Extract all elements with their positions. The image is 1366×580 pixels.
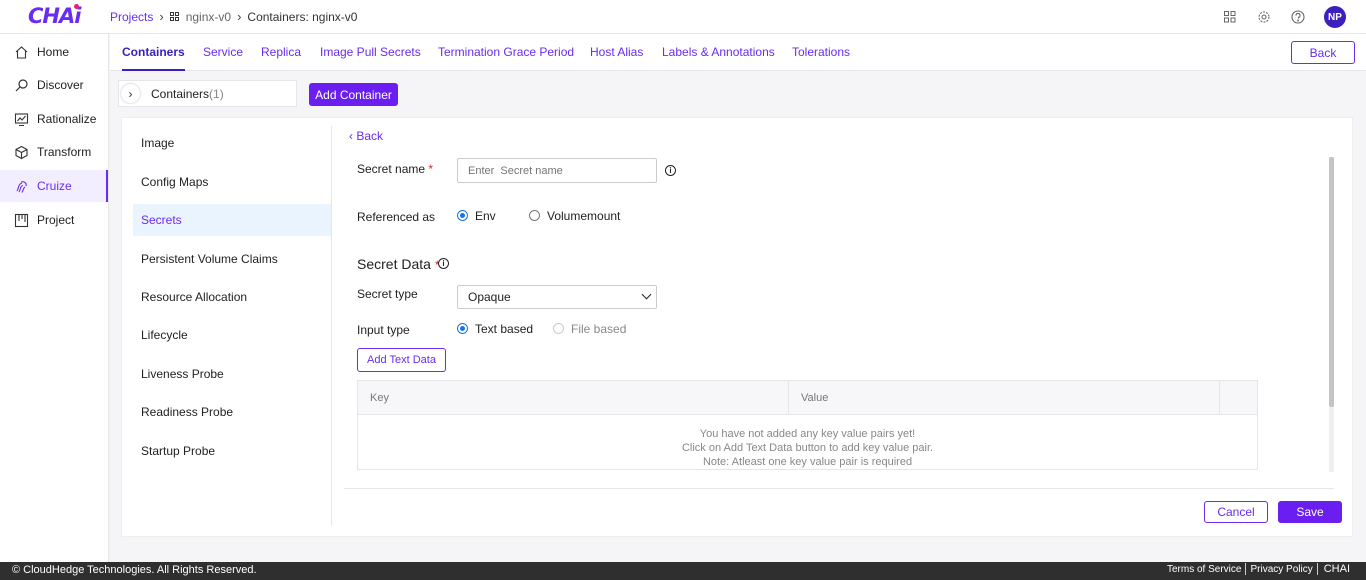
chevron-right-icon: ›	[159, 9, 164, 24]
form-back-link[interactable]: ‹ Back	[349, 129, 383, 143]
menu-item-persistent-volume-claims[interactable]: Persistent Volume Claims	[133, 243, 331, 275]
menu-item-startup-probe[interactable]: Startup Probe	[133, 435, 331, 467]
tab-bar: Containers Service Replica Image Pull Se…	[110, 34, 1366, 71]
secret-type-label: Secret type	[357, 287, 418, 301]
breadcrumb: Projects › nginx-v0 › Containers: nginx-…	[110, 9, 357, 24]
secret-name-label: Secret name *	[357, 162, 434, 176]
empty-line-3: Note: Atleast one key value pair is requ…	[702, 456, 913, 468]
sidebar-item-home[interactable]: Home	[0, 36, 108, 68]
info-icon[interactable]: i	[438, 258, 449, 269]
fingerprint-icon	[16, 180, 27, 193]
secret-name-input[interactable]	[457, 158, 657, 183]
breadcrumb-current: Containers: nginx-v0	[247, 9, 358, 24]
menu-item-resource-allocation[interactable]: Resource Allocation	[133, 281, 331, 313]
tab-containers[interactable]: Containers	[122, 45, 185, 71]
footer-brand: CHAI	[1323, 563, 1350, 575]
containers-label: Containers	[151, 86, 210, 101]
menu-item-config-maps[interactable]: Config Maps	[133, 166, 331, 198]
column-value: Value	[789, 381, 1220, 415]
radio-volumemount-label: Volumemount	[547, 209, 621, 223]
secret-type-select[interactable]: Opaque	[457, 285, 657, 309]
sidebar-item-transform[interactable]: Transform	[0, 136, 108, 168]
chai-logo[interactable]: CHAi	[28, 4, 81, 28]
sidebar-item-label: Rationalize	[37, 112, 97, 126]
grid-icon	[169, 11, 180, 22]
home-icon	[15, 45, 28, 59]
empty-state: You have not added any key value pairs y…	[358, 427, 1257, 469]
info-icon[interactable]: i	[665, 165, 676, 176]
chevron-down-icon	[641, 289, 652, 300]
add-container-button[interactable]: Add Container	[309, 83, 398, 106]
menu-item-secrets[interactable]: Secrets	[133, 204, 331, 236]
sidebar-item-label: Transform	[37, 145, 92, 159]
help-icon[interactable]	[1290, 9, 1306, 25]
radio-env[interactable]	[457, 210, 468, 221]
sidebar-item-label: Cruize	[37, 179, 72, 193]
gear-icon[interactable]	[1256, 9, 1272, 25]
divider	[344, 488, 1334, 489]
radio-volumemount[interactable]	[529, 210, 540, 221]
empty-line-1: You have not added any key value pairs y…	[699, 428, 916, 440]
board-icon	[14, 213, 29, 227]
chevron-right-icon[interactable]: ›	[121, 84, 140, 103]
terms-link[interactable]: Terms of Service	[1163, 564, 1245, 575]
back-button[interactable]: Back	[1291, 41, 1355, 64]
tab-tolerations[interactable]: Tolerations	[792, 45, 850, 59]
radio-env-label: Env	[475, 209, 496, 223]
tab-labels-annotations[interactable]: Labels & Annotations	[662, 45, 775, 59]
sidebar-item-project[interactable]: Project	[0, 204, 108, 236]
cube-icon	[15, 145, 28, 159]
table-header: Key Value	[358, 381, 1257, 415]
save-button[interactable]: Save	[1278, 501, 1342, 523]
sidebar-item-label: Home	[37, 45, 70, 59]
tab-replica[interactable]: Replica	[261, 45, 301, 59]
key-value-table: Key Value You have not added any key val…	[357, 380, 1258, 470]
sidebar-item-cruize[interactable]: Cruize	[0, 170, 108, 202]
menu-item-readiness-probe[interactable]: Readiness Probe	[133, 396, 331, 428]
scrollbar-thumb[interactable]	[1329, 157, 1334, 407]
sidebar-item-label: Project	[37, 213, 75, 227]
input-type-label: Input type	[357, 323, 410, 337]
secret-data-heading: Secret Data *	[357, 256, 440, 272]
breadcrumb-project[interactable]: nginx-v0	[186, 10, 231, 24]
radio-text-based[interactable]	[457, 323, 468, 334]
containers-count: (1)	[209, 86, 224, 101]
breadcrumb-projects[interactable]: Projects	[110, 10, 153, 24]
referenced-as-label: Referenced as	[357, 210, 436, 224]
menu-item-image[interactable]: Image	[133, 127, 331, 159]
container-menu: Image Config Maps Secrets Persistent Vol…	[121, 126, 332, 526]
search-icon	[15, 78, 28, 91]
radio-text-based-label: Text based	[475, 322, 534, 336]
containers-selector[interactable]: Containers (1)	[118, 80, 297, 107]
top-icons: NP	[1222, 6, 1346, 28]
sidebar: Home Discover Rationalize Transform Crui…	[0, 34, 109, 562]
empty-line-2: Click on Add Text Data button to add key…	[681, 442, 934, 454]
tab-service[interactable]: Service	[203, 45, 243, 59]
cancel-button[interactable]: Cancel	[1204, 501, 1268, 523]
sidebar-item-rationalize[interactable]: Rationalize	[0, 103, 108, 135]
menu-item-liveness-probe[interactable]: Liveness Probe	[133, 358, 331, 390]
footer: © CloudHedge Technologies. All Rights Re…	[0, 562, 1366, 580]
footer-links: Terms of Service Privacy Policy CHAI	[1163, 563, 1354, 575]
tab-termination-grace-period[interactable]: Termination Grace Period	[438, 45, 574, 59]
column-key: Key	[358, 381, 789, 415]
add-text-data-button[interactable]: Add Text Data	[357, 348, 446, 372]
radio-file-based-label: File based	[571, 322, 627, 336]
chevron-right-icon: ›	[237, 9, 242, 24]
sidebar-item-discover[interactable]: Discover	[0, 69, 108, 101]
menu-item-lifecycle[interactable]: Lifecycle	[133, 319, 331, 351]
radio-file-based[interactable]	[553, 323, 564, 334]
tab-image-pull-secrets[interactable]: Image Pull Secrets	[320, 45, 421, 59]
apps-grid-icon[interactable]	[1222, 9, 1238, 25]
top-bar: CHAi Projects › nginx-v0 › Containers: n…	[0, 0, 1366, 34]
chart-icon	[14, 112, 29, 126]
copyright-text: © CloudHedge Technologies. All Rights Re…	[12, 564, 257, 576]
sidebar-item-label: Discover	[37, 78, 84, 92]
privacy-link[interactable]: Privacy Policy	[1246, 564, 1316, 575]
tab-host-alias[interactable]: Host Alias	[590, 45, 643, 59]
user-avatar[interactable]: NP	[1324, 6, 1346, 28]
